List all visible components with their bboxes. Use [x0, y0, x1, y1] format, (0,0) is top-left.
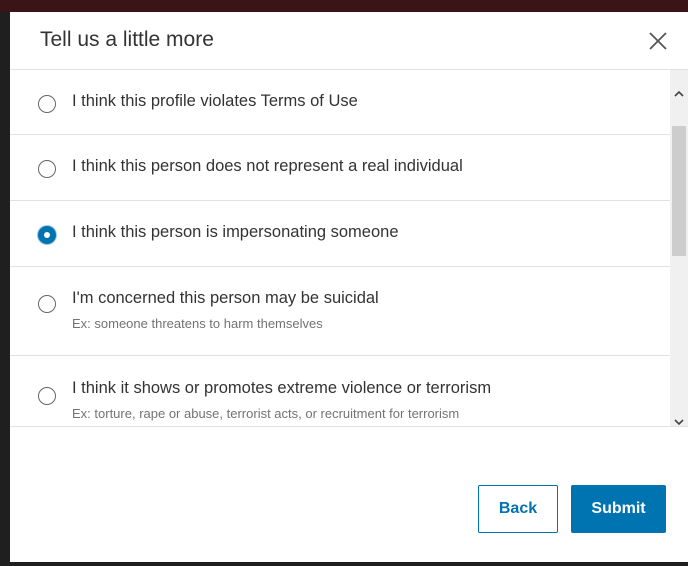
option-label: I think it shows or promotes extreme vio…: [72, 379, 492, 397]
option-suicidal[interactable]: I'm concerned this person may be suicida…: [10, 267, 670, 356]
radio-button[interactable]: [38, 295, 56, 313]
chevron-up-icon[interactable]: [673, 88, 685, 100]
option-label: I think this person does not represent a…: [72, 157, 463, 175]
dialog-header: Tell us a little more: [10, 12, 688, 70]
radio-button[interactable]: [38, 95, 56, 113]
back-button[interactable]: Back: [478, 485, 558, 533]
report-dialog: Tell us a little more I think this profi…: [10, 12, 688, 562]
dialog-title: Tell us a little more: [40, 28, 214, 51]
option-not-real-individual[interactable]: I think this person does not represent a…: [10, 135, 670, 201]
option-description: Ex: torture, rape or abuse, terrorist ac…: [72, 406, 460, 421]
option-label: I'm concerned this person may be suicida…: [72, 289, 379, 307]
option-terms-of-use[interactable]: I think this profile violates Terms of U…: [10, 70, 670, 135]
backdrop: [0, 12, 10, 566]
backdrop: [0, 0, 688, 12]
radio-button[interactable]: [38, 387, 56, 405]
option-label: I think this person is impersonating som…: [72, 223, 399, 241]
close-icon: [649, 32, 667, 50]
backdrop: [0, 562, 688, 566]
options-list: I think this profile violates Terms of U…: [10, 70, 688, 427]
scrollbar[interactable]: [670, 70, 688, 427]
close-button[interactable]: [642, 25, 674, 57]
submit-button[interactable]: Submit: [571, 485, 666, 533]
radio-button[interactable]: [38, 160, 56, 178]
option-description: Ex: someone threatens to harm themselves: [72, 316, 323, 331]
option-violence-terrorism[interactable]: I think it shows or promotes extreme vio…: [10, 356, 670, 426]
option-impersonating[interactable]: I think this person is impersonating som…: [10, 201, 670, 267]
radio-button-selected[interactable]: [38, 226, 56, 244]
dialog-footer: Back Submit: [10, 427, 688, 562]
chevron-down-icon[interactable]: [673, 416, 685, 427]
option-label: I think this profile violates Terms of U…: [72, 92, 358, 110]
scrollbar-thumb[interactable]: [672, 126, 686, 256]
